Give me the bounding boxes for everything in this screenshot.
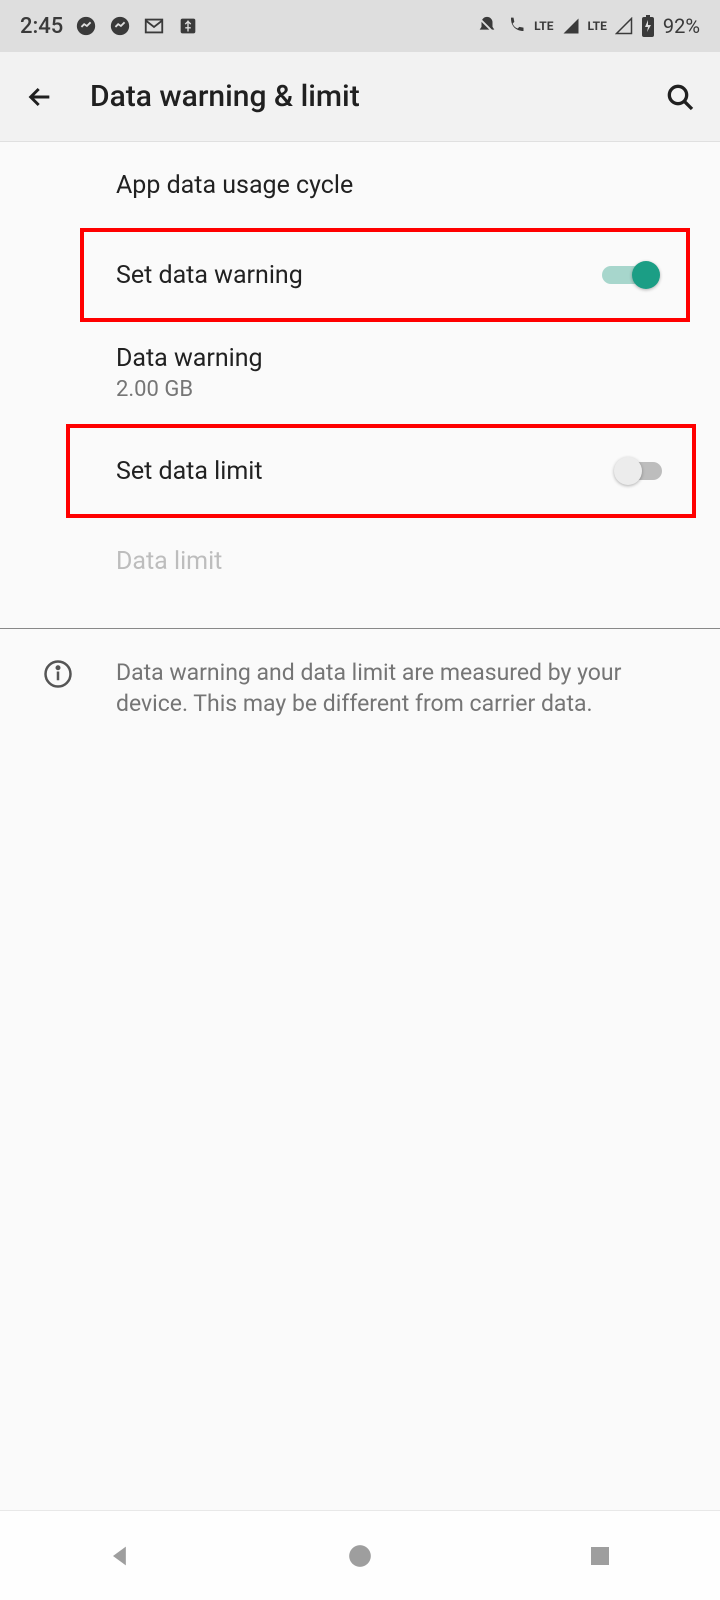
gmail-icon	[143, 15, 165, 37]
setting-title: Data warning	[116, 344, 263, 373]
setting-title: Set data warning	[116, 261, 303, 290]
back-button[interactable]	[20, 77, 60, 117]
setting-set-data-warning[interactable]: Set data warning	[84, 232, 686, 318]
highlight-set-data-warning: Set data warning	[80, 228, 690, 322]
status-bar: 2:45 LTE LTE 92%	[0, 0, 720, 52]
lte-label: LTE	[534, 19, 553, 33]
wifi-calling-icon	[506, 16, 526, 36]
toggle-set-data-limit[interactable]	[618, 453, 672, 489]
nav-recents-button[interactable]	[540, 1526, 660, 1586]
status-time: 2:45	[20, 14, 63, 39]
nav-back-button[interactable]	[60, 1526, 180, 1586]
footer-text: Data warning and data limit are measured…	[116, 657, 690, 719]
signal-icon	[562, 17, 580, 35]
search-button[interactable]	[660, 77, 700, 117]
usb-icon	[177, 15, 199, 37]
settings-list: App data usage cycle Set data warning Da…	[0, 142, 720, 747]
setting-app-data-usage-cycle[interactable]: App data usage cycle	[0, 142, 720, 228]
toggle-set-data-warning[interactable]	[602, 257, 656, 293]
dnd-icon	[476, 15, 498, 37]
nav-home-button[interactable]	[300, 1526, 420, 1586]
messenger-icon	[75, 15, 97, 37]
setting-data-limit: Data limit	[0, 518, 720, 604]
footer-note: Data warning and data limit are measured…	[0, 629, 720, 747]
messenger-icon	[109, 15, 131, 37]
app-bar: Data warning & limit	[0, 52, 720, 142]
setting-title: App data usage cycle	[116, 171, 353, 200]
page-title: Data warning & limit	[90, 79, 630, 114]
info-icon	[43, 659, 73, 719]
setting-data-warning[interactable]: Data warning 2.00 GB	[0, 322, 720, 424]
highlight-set-data-limit: Set data limit	[66, 424, 696, 518]
battery-percentage: 92%	[663, 14, 700, 38]
setting-title: Set data limit	[116, 457, 263, 486]
setting-title: Data limit	[116, 547, 222, 576]
nav-bar	[0, 1510, 720, 1600]
lte-label: LTE	[588, 19, 607, 33]
signal-empty-icon	[615, 17, 633, 35]
setting-subtitle: 2.00 GB	[116, 377, 263, 402]
setting-set-data-limit[interactable]: Set data limit	[70, 428, 692, 514]
battery-charging-icon	[641, 15, 655, 37]
